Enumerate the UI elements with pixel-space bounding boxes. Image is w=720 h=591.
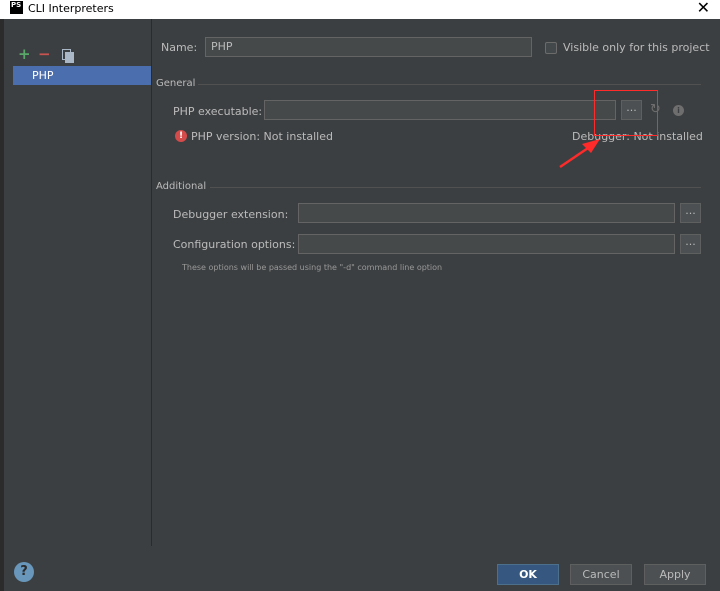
php-version-status: PHP version: Not installed xyxy=(191,130,333,143)
sidebar-divider xyxy=(151,19,152,546)
additional-section-label: Additional xyxy=(156,181,207,192)
cancel-button[interactable]: Cancel xyxy=(570,564,632,585)
additional-divider xyxy=(210,187,701,188)
debugger-extension-label: Debugger extension: xyxy=(173,208,289,221)
window-titlebar: PS CLI Interpreters ✕ xyxy=(0,0,720,19)
annotation-highlight-box xyxy=(594,90,658,136)
annotation-arrow xyxy=(559,139,600,169)
remove-interpreter-button[interactable]: − xyxy=(38,47,51,62)
sidebar-item-php[interactable]: PHP xyxy=(13,66,151,85)
add-interpreter-button[interactable]: + xyxy=(18,47,31,62)
general-section-label: General xyxy=(156,78,196,89)
visible-only-checkbox[interactable] xyxy=(545,42,557,54)
general-divider xyxy=(198,84,701,85)
php-executable-input[interactable] xyxy=(264,100,616,120)
configuration-options-input[interactable] xyxy=(298,234,675,254)
window-title: CLI Interpreters xyxy=(28,2,114,15)
name-input[interactable]: PHP xyxy=(205,37,532,57)
configuration-options-label: Configuration options: xyxy=(173,238,296,251)
ok-button[interactable]: OK xyxy=(497,564,559,585)
debugger-extension-input[interactable] xyxy=(298,203,675,223)
interpreters-sidebar: + − PHP xyxy=(4,19,151,546)
visible-only-label: Visible only for this project xyxy=(563,41,710,54)
php-executable-label: PHP executable: xyxy=(173,105,263,118)
name-label: Name: xyxy=(161,41,198,54)
debugger-extension-browse-button[interactable]: ... xyxy=(680,203,701,223)
info-icon[interactable]: i xyxy=(673,105,684,116)
close-window-button[interactable]: ✕ xyxy=(697,0,710,17)
copy-interpreter-icon[interactable] xyxy=(62,49,74,63)
configuration-options-browse-button[interactable]: ... xyxy=(680,234,701,254)
apply-button[interactable]: Apply xyxy=(644,564,706,585)
help-button[interactable]: ? xyxy=(14,562,34,582)
phpstorm-app-icon: PS xyxy=(10,1,23,14)
configuration-options-hint: These options will be passed using the "… xyxy=(182,263,443,272)
error-icon: ! xyxy=(175,130,187,142)
